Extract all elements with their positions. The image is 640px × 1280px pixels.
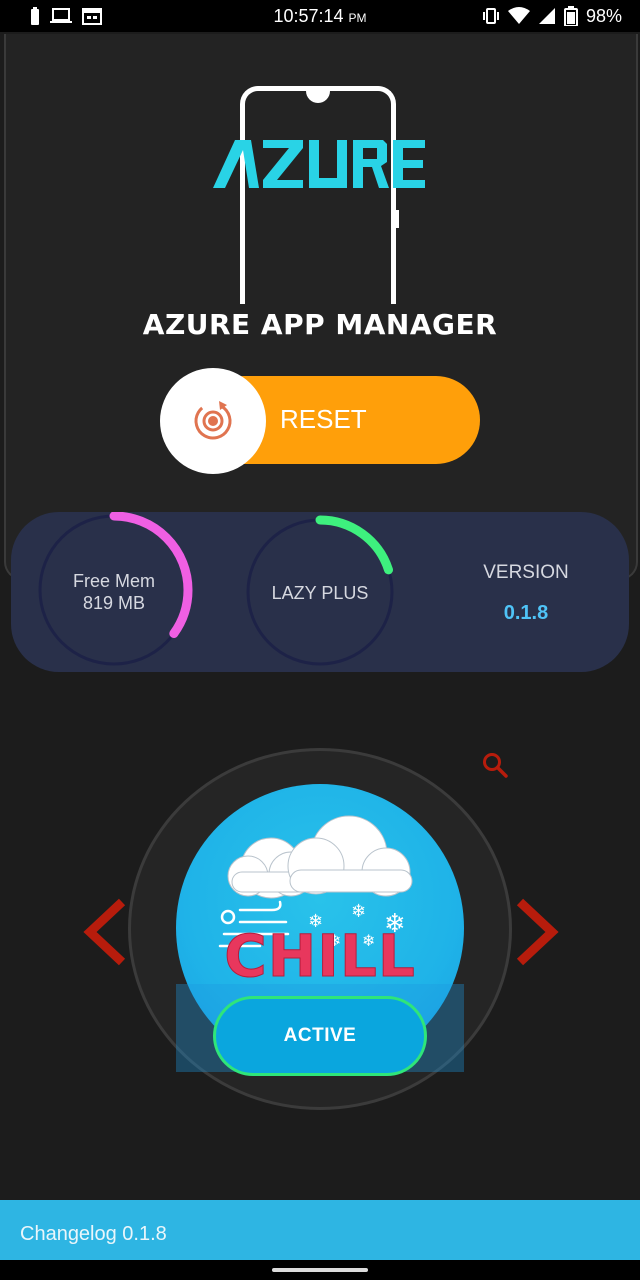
azure-logo xyxy=(213,140,425,188)
vibrate-icon xyxy=(482,8,499,24)
version-label: VERSION xyxy=(483,562,569,583)
reset-icon xyxy=(194,401,232,440)
free-mem-text: Free Mem 819 MB xyxy=(36,570,192,614)
profile-gauge-label: LAZY PLUS xyxy=(271,583,369,603)
phone-button-graphic xyxy=(394,210,399,228)
battery-icon xyxy=(563,6,578,26)
wifi-icon xyxy=(507,7,530,24)
status-bar: 10:57:14 PM 98% xyxy=(0,0,640,32)
changelog-label: Changelog 0.1.8 xyxy=(20,1223,167,1245)
free-mem-value: 819 MB xyxy=(82,593,146,613)
active-button[interactable]: ACTIVE xyxy=(213,996,427,1076)
home-indicator[interactable] xyxy=(272,1268,368,1272)
reset-label: RESET xyxy=(280,404,367,434)
reset-slider-knob[interactable] xyxy=(160,368,266,474)
chevron-right-icon[interactable] xyxy=(512,896,562,968)
status-right-icons: 98% xyxy=(482,6,622,26)
search-icon[interactable] xyxy=(480,750,510,780)
phone-outline-graphic xyxy=(240,86,396,304)
battery-percent: 98% xyxy=(585,5,622,26)
signal-icon xyxy=(538,8,555,24)
svg-text:❄: ❄ xyxy=(351,901,366,922)
chevron-left-icon[interactable] xyxy=(80,896,130,968)
version-value: 0.1.8 xyxy=(503,602,549,624)
free-mem-label: Free Mem xyxy=(72,571,155,591)
app-title: AZURE APP MANAGER xyxy=(142,308,498,341)
